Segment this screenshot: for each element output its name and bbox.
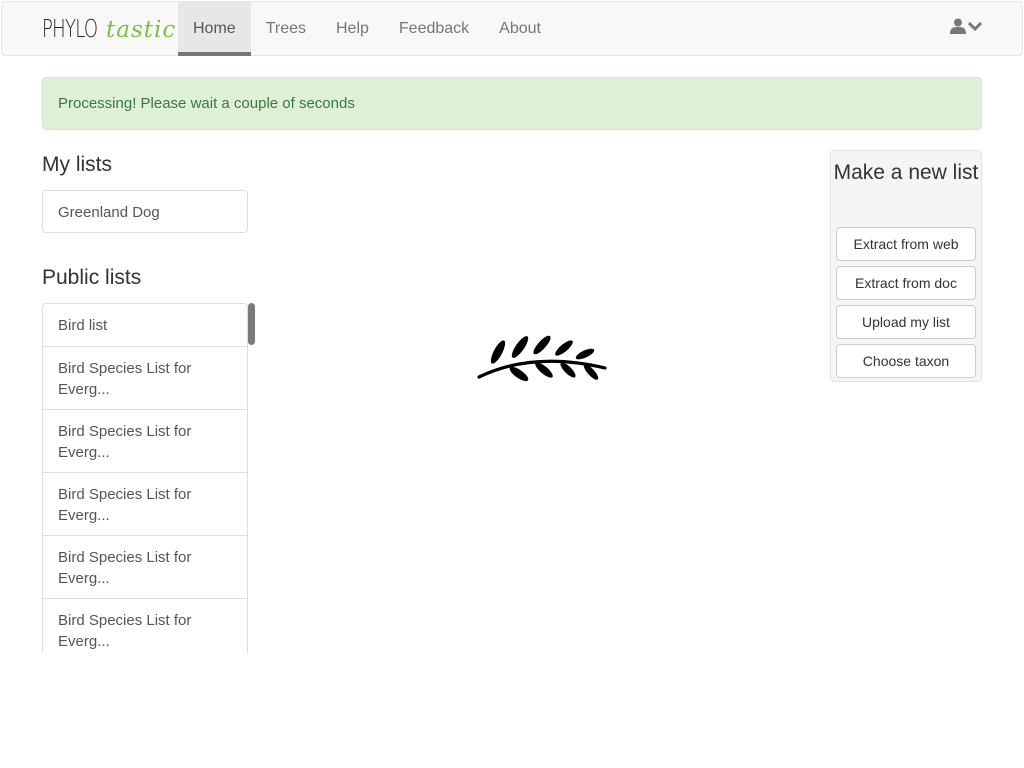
brand-logo[interactable]: PHYLO tastic	[42, 14, 176, 48]
public-list-item[interactable]: Bird Species List for Everg...	[43, 536, 247, 599]
nav-help[interactable]: Help	[321, 2, 384, 56]
user-menu-toggle[interactable]	[950, 18, 982, 34]
new-list-heading: Make a new list	[833, 161, 979, 184]
public-lists-group: Bird list Bird Species List for Everg...…	[42, 303, 248, 653]
brand-logo-part1: PHYLO	[42, 14, 98, 43]
brand-logo-part2: tastic	[106, 17, 177, 43]
new-list-panel: Make a new list Extract from web Extract…	[830, 150, 982, 382]
my-lists-group: Greenland Dog	[42, 190, 248, 233]
public-lists-heading: Public lists	[42, 266, 142, 289]
nav-home[interactable]: Home	[178, 2, 251, 56]
my-list-item[interactable]: Greenland Dog	[43, 191, 247, 234]
my-lists-heading: My lists	[42, 153, 112, 176]
user-icon	[950, 18, 966, 34]
upload-my-list-button[interactable]: Upload my list	[836, 305, 976, 339]
public-list-item[interactable]: Bird Species List for Everg...	[43, 347, 247, 410]
public-list-item[interactable]: Bird list	[43, 304, 247, 347]
public-lists-scrollbar[interactable]	[248, 303, 255, 345]
processing-alert: Processing! Please wait a couple of seco…	[42, 77, 982, 130]
navbar: PHYLO tastic Home Trees Help Feedback Ab…	[1, 1, 1023, 56]
nav-about[interactable]: About	[484, 2, 556, 56]
extract-from-web-button[interactable]: Extract from web	[836, 227, 976, 261]
public-list-item[interactable]: Bird Species List for Everg...	[43, 473, 247, 536]
extract-from-doc-button[interactable]: Extract from doc	[836, 266, 976, 300]
leaf-branch-icon	[477, 335, 607, 382]
main-nav: Home Trees Help Feedback About	[178, 2, 556, 56]
chevron-down-icon	[968, 21, 982, 32]
public-list-item[interactable]: Bird Species List for Everg...	[43, 599, 247, 653]
public-list-item[interactable]: Bird Species List for Everg...	[43, 410, 247, 473]
nav-trees[interactable]: Trees	[251, 2, 321, 56]
nav-feedback[interactable]: Feedback	[384, 2, 484, 56]
choose-taxon-button[interactable]: Choose taxon	[836, 344, 976, 378]
